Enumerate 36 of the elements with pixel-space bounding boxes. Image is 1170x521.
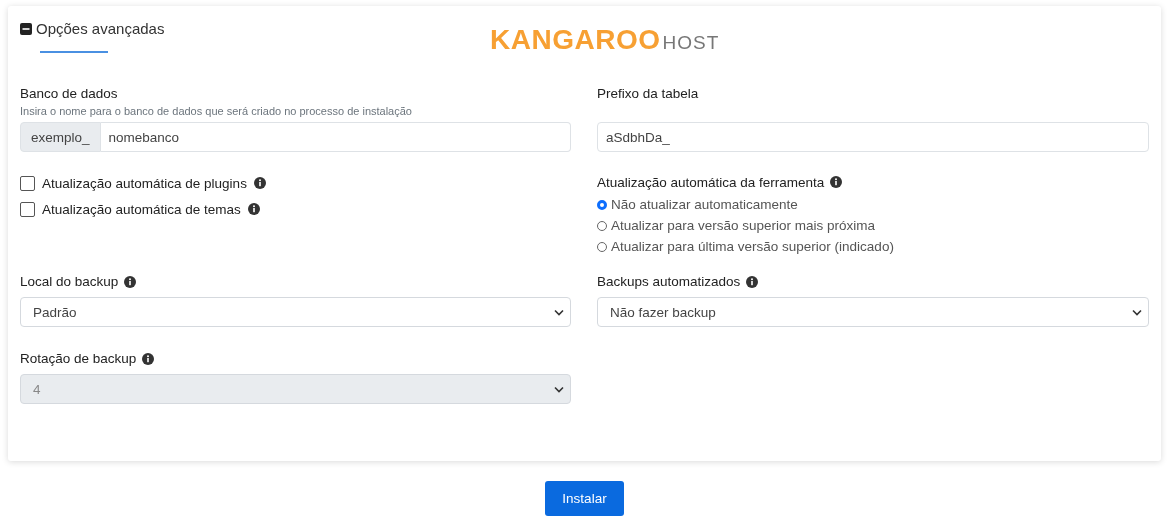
info-icon[interactable] bbox=[124, 275, 137, 288]
checkbox-label: Atualização automática de plugins bbox=[42, 175, 247, 191]
radio-button[interactable] bbox=[597, 220, 607, 231]
logo-text: KANGAROO bbox=[490, 24, 661, 56]
install-button[interactable]: Instalar bbox=[545, 481, 624, 516]
radio-label: Atualizar para última versão superior (indicado) bbox=[611, 239, 894, 254]
checkbox[interactable] bbox=[20, 201, 35, 217]
info-icon[interactable] bbox=[247, 203, 260, 215]
input-field[interactable]: aSdbhDa_ bbox=[597, 122, 1149, 152]
field-label: Prefixo da tabela bbox=[597, 86, 700, 101]
field-label: Rotação de backup bbox=[20, 351, 137, 366]
radio-button[interactable] bbox=[597, 199, 607, 210]
checkbox-label: Atualização automática de temas bbox=[42, 201, 241, 217]
radio-label: Atualizar para versão superior mais próxima bbox=[611, 218, 876, 233]
chevron-down-icon bbox=[1132, 308, 1142, 316]
field-label: Local do backup bbox=[20, 274, 119, 289]
minus-square-icon bbox=[20, 22, 32, 35]
checkbox[interactable] bbox=[20, 175, 35, 191]
info-icon[interactable] bbox=[253, 177, 266, 189]
field-label: Banco de dados bbox=[20, 86, 119, 101]
input-field[interactable]: nomebanco bbox=[100, 122, 571, 152]
field-label: Backups automatizados bbox=[597, 274, 741, 289]
radio-button[interactable] bbox=[597, 241, 607, 252]
field-hint: Insira o nome para o banco de dados que será criado no processo de instalação bbox=[20, 105, 413, 117]
info-icon[interactable] bbox=[142, 352, 155, 365]
field-label: Atualização automática da ferramenta bbox=[597, 174, 825, 190]
radio-label: Não atualizar automaticamente bbox=[611, 197, 798, 212]
section-toggle[interactable]: Opções avançadas bbox=[20, 20, 490, 37]
info-icon[interactable] bbox=[830, 176, 843, 188]
select-field[interactable]: Não fazer backup bbox=[597, 297, 1149, 327]
chevron-down-icon bbox=[554, 308, 564, 316]
chevron-down-icon bbox=[554, 385, 564, 393]
select-field[interactable]: Padrão bbox=[20, 297, 571, 327]
logo-text: HOST bbox=[662, 32, 720, 54]
input-prefix: exemplo_ bbox=[20, 122, 101, 152]
info-icon[interactable] bbox=[746, 275, 759, 288]
